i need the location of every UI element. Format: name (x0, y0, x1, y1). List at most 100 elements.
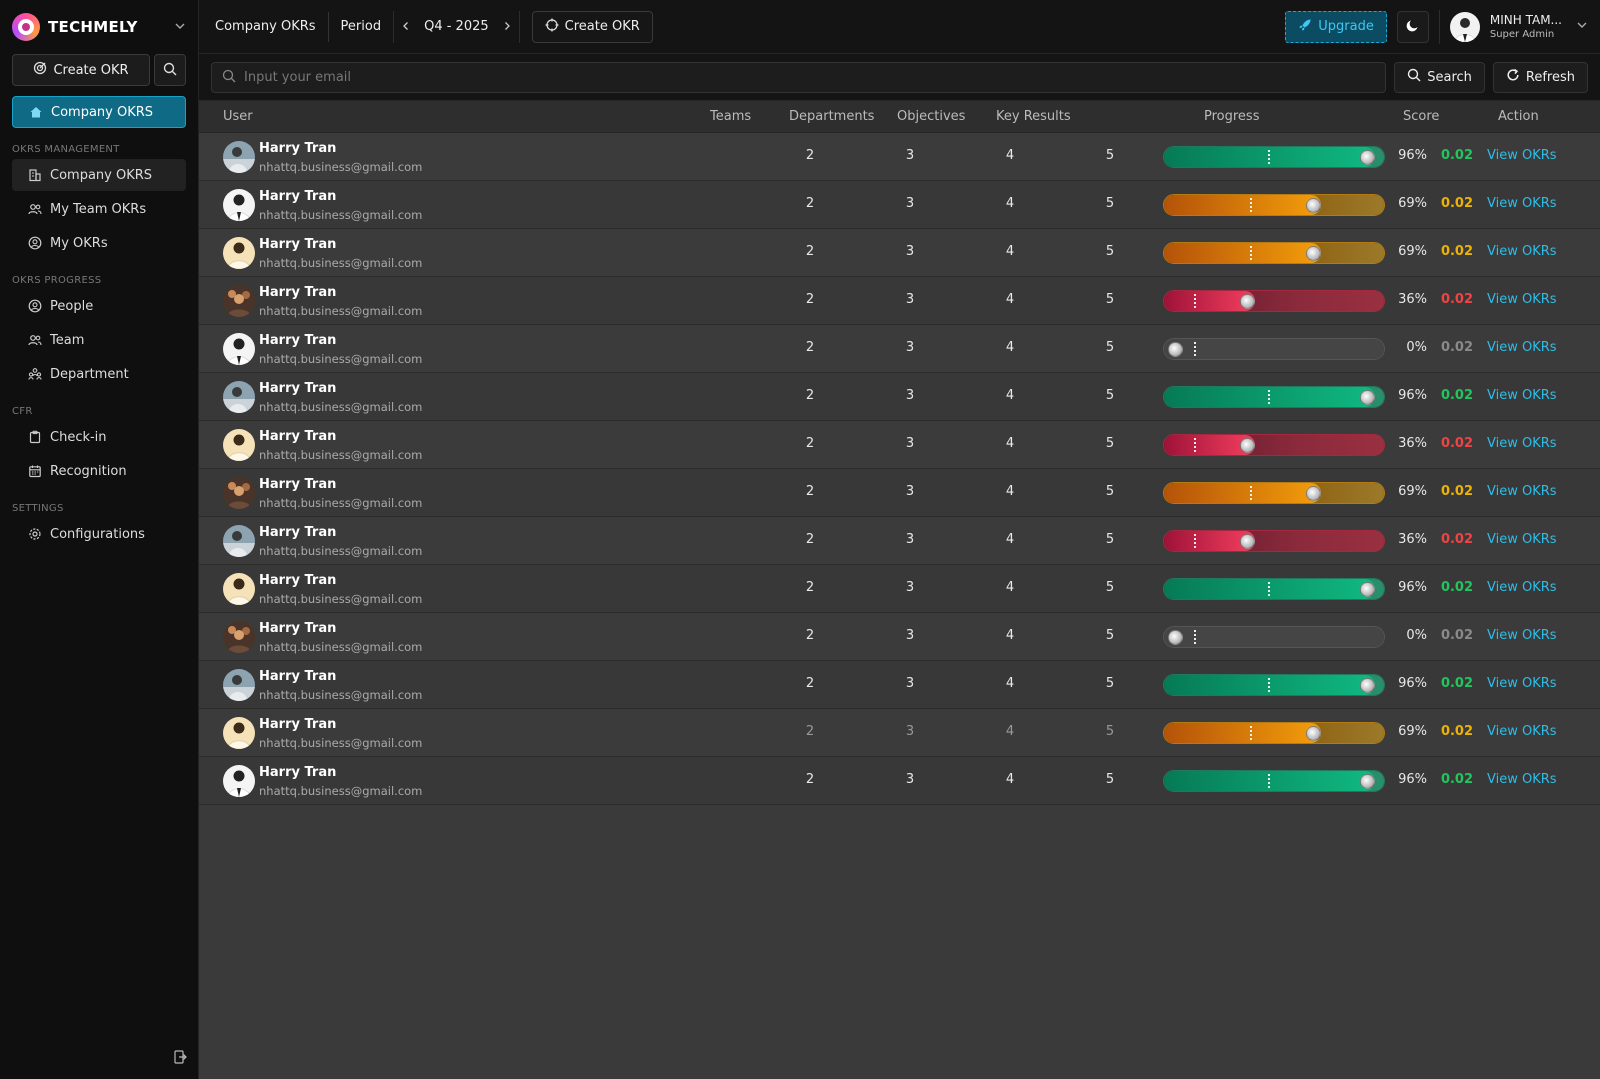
progress-slider[interactable] (1163, 434, 1385, 456)
teams-count: 2 (805, 532, 815, 547)
progress-slider[interactable] (1163, 626, 1385, 648)
progress-percent: 96% (1398, 148, 1427, 163)
progress-handle[interactable] (1360, 582, 1375, 597)
table-row: Harry Tran nhattq.business@gmail.com 2 3… (199, 325, 1600, 373)
progress-slider[interactable] (1163, 242, 1385, 264)
user-email: nhattq.business@gmail.com (259, 304, 423, 318)
sidebar-item-my-okrs[interactable]: My OKRs (12, 227, 186, 259)
chevron-right-icon (502, 19, 512, 35)
progress-handle[interactable] (1306, 246, 1321, 261)
progress-slider[interactable] (1163, 194, 1385, 216)
view-okrs-link[interactable]: View OKRs (1487, 676, 1557, 691)
view-okrs-link[interactable]: View OKRs (1487, 580, 1557, 595)
view-okrs-link[interactable]: View OKRs (1487, 244, 1557, 259)
user-email: nhattq.business@gmail.com (259, 736, 423, 750)
teams-count: 2 (805, 148, 815, 163)
table-row: Harry Tran nhattq.business@gmail.com 2 3… (199, 757, 1600, 805)
progress-handle[interactable] (1360, 774, 1375, 789)
key-results-count: 5 (1105, 436, 1115, 451)
avatar (223, 669, 255, 701)
progress-slider[interactable] (1163, 338, 1385, 360)
objectives-count: 4 (1005, 580, 1015, 595)
progress-handle[interactable] (1168, 630, 1183, 645)
objectives-count: 4 (1005, 676, 1015, 691)
progress-slider[interactable] (1163, 386, 1385, 408)
column-header-key-results: Key Results (996, 109, 1071, 124)
sidebar-item-my-team-okrs[interactable]: My Team OKRs (12, 193, 186, 225)
sidebar-search-button[interactable] (154, 54, 186, 86)
sidebar-item-people[interactable]: People (12, 290, 186, 322)
objectives-count: 4 (1005, 724, 1015, 739)
progress-slider[interactable] (1163, 530, 1385, 552)
key-results-count: 5 (1105, 724, 1115, 739)
view-okrs-link[interactable]: View OKRs (1487, 196, 1557, 211)
column-header-progress: Progress (1204, 109, 1260, 124)
score-value: 0.02 (1440, 436, 1474, 451)
period-next-button[interactable] (495, 19, 519, 35)
search-bar: Search Refresh (199, 54, 1600, 101)
progress-handle[interactable] (1306, 726, 1321, 741)
view-okrs-link[interactable]: View OKRs (1487, 772, 1557, 787)
user-email: nhattq.business@gmail.com (259, 688, 423, 702)
create-okr-button[interactable]: Create OKR (531, 10, 653, 43)
view-okrs-link[interactable]: View OKRs (1487, 484, 1557, 499)
view-okrs-link[interactable]: View OKRs (1487, 628, 1557, 643)
score-value: 0.02 (1440, 196, 1474, 211)
view-okrs-link[interactable]: View OKRs (1487, 148, 1557, 163)
calendar-icon (28, 464, 42, 478)
progress-handle[interactable] (1240, 294, 1255, 309)
progress-handle[interactable] (1360, 150, 1375, 165)
sidebar-item-configurations[interactable]: Configurations (12, 518, 186, 550)
progress-handle[interactable] (1240, 438, 1255, 453)
sidebar-item-department[interactable]: Department (12, 358, 186, 390)
sidebar-item-company-okrs-active[interactable]: Company OKRS (12, 96, 186, 128)
user-name: Harry Tran (259, 189, 337, 204)
progress-percent: 96% (1398, 772, 1427, 787)
progress-slider[interactable] (1163, 482, 1385, 504)
sidebar-create-okr-button[interactable]: Create OKR (12, 54, 150, 86)
column-header-user: User (223, 109, 253, 124)
progress-handle[interactable] (1360, 390, 1375, 405)
progress-percent: 0% (1406, 628, 1427, 643)
progress-slider[interactable] (1163, 578, 1385, 600)
view-okrs-link[interactable]: View OKRs (1487, 340, 1557, 355)
view-okrs-link[interactable]: View OKRs (1487, 436, 1557, 451)
user-email: nhattq.business@gmail.com (259, 256, 423, 270)
progress-handle[interactable] (1306, 486, 1321, 501)
period-selector: Q4 - 2025 (393, 10, 520, 43)
brand-name: TECHMELY (48, 18, 138, 36)
view-okrs-link[interactable]: View OKRs (1487, 532, 1557, 547)
progress-handle[interactable] (1240, 534, 1255, 549)
progress-handle[interactable] (1360, 678, 1375, 693)
sidebar-item-team[interactable]: Team (12, 324, 186, 356)
progress-slider[interactable] (1163, 674, 1385, 696)
sidebar-item-check-in[interactable]: Check-in (12, 421, 186, 453)
search-button[interactable]: Search (1394, 61, 1485, 93)
progress-slider[interactable] (1163, 290, 1385, 312)
user-menu[interactable]: MINH TAM... Super Admin (1449, 11, 1588, 42)
progress-slider[interactable] (1163, 146, 1385, 168)
upgrade-button[interactable]: Upgrade (1285, 10, 1387, 43)
logout-button[interactable] (172, 1049, 188, 1069)
period-prev-button[interactable] (394, 19, 418, 35)
progress-handle[interactable] (1168, 342, 1183, 357)
user-email: nhattq.business@gmail.com (259, 544, 423, 558)
theme-toggle-button[interactable] (1396, 10, 1429, 43)
user-email: nhattq.business@gmail.com (259, 208, 423, 222)
sidebar-item-recognition[interactable]: Recognition (12, 455, 186, 487)
view-okrs-link[interactable]: View OKRs (1487, 724, 1557, 739)
progress-handle[interactable] (1306, 198, 1321, 213)
sidebar-item-company-okrs[interactable]: Company OKRS (12, 159, 186, 191)
user-email: nhattq.business@gmail.com (259, 160, 423, 174)
user-name: MINH TAM... (1489, 13, 1562, 27)
view-okrs-link[interactable]: View OKRs (1487, 388, 1557, 403)
okr-table: User Teams Departments Objectives Key Re… (199, 101, 1600, 805)
progress-slider[interactable] (1163, 722, 1385, 744)
period-value[interactable]: Q4 - 2025 (418, 19, 495, 34)
refresh-button[interactable]: Refresh (1492, 61, 1588, 93)
departments-count: 3 (905, 196, 915, 211)
progress-slider[interactable] (1163, 770, 1385, 792)
view-okrs-link[interactable]: View OKRs (1487, 292, 1557, 307)
email-search-input[interactable] (244, 69, 1376, 85)
brand-switcher[interactable]: TECHMELY (0, 0, 198, 54)
